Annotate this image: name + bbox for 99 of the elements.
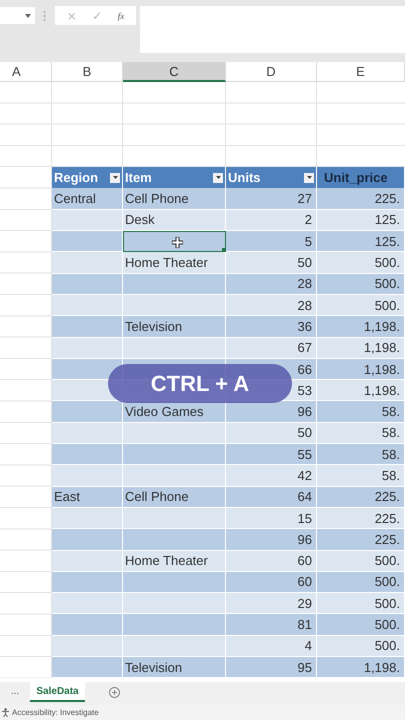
table-cell: 36 xyxy=(226,316,317,338)
shortcut-toast: CTRL + A xyxy=(108,364,292,403)
table-cell xyxy=(52,294,123,316)
table-cell xyxy=(52,274,123,295)
table-cell: 96 xyxy=(226,401,317,423)
column-header[interactable]: A xyxy=(0,62,52,82)
table-cell xyxy=(52,422,123,444)
table-cell: 5 xyxy=(226,231,317,252)
table-cell xyxy=(52,338,123,359)
table-cell: Cell Phone xyxy=(123,486,226,508)
table-cell: Cell Phone xyxy=(123,188,226,210)
table-cell: Television xyxy=(123,316,226,338)
table-cell: 500. xyxy=(317,593,405,614)
table-cell: 225. xyxy=(317,486,405,508)
grip-icon xyxy=(43,10,46,22)
table-cell: 58. xyxy=(317,422,405,444)
filter-button[interactable] xyxy=(110,172,120,183)
status-text[interactable]: Accessibility: Investigate xyxy=(12,708,99,717)
table-cell: 225. xyxy=(317,529,405,551)
table-cell: Home Theater xyxy=(123,550,226,572)
table-cell xyxy=(52,529,123,551)
accessibility-icon xyxy=(1,708,10,717)
plus-cursor-icon xyxy=(172,237,183,248)
table-cell xyxy=(52,508,123,530)
filter-button[interactable] xyxy=(304,172,314,183)
table-cell: 28 xyxy=(226,274,317,295)
add-sheet-icon[interactable] xyxy=(109,687,120,698)
table-cell: Video Games xyxy=(123,401,226,423)
more-sheets-button[interactable]: ... xyxy=(0,682,30,697)
table-cell xyxy=(52,657,123,678)
table-cell: 15 xyxy=(226,508,317,530)
table-cell: 58. xyxy=(317,401,405,423)
table-cell: 1,198. xyxy=(317,358,405,380)
table-cell: 1,198. xyxy=(317,316,405,338)
table-cell: 60 xyxy=(226,572,317,594)
column-title: Region xyxy=(54,170,98,186)
table-cell: Television xyxy=(123,657,226,678)
insert-function-button[interactable]: fx xyxy=(118,10,124,20)
table-cell: 55 xyxy=(226,444,317,466)
table-cell: 500. xyxy=(317,614,405,636)
table-cell: 500. xyxy=(317,294,405,316)
table-cell xyxy=(52,465,123,487)
table-cell: 27 xyxy=(226,188,317,210)
caret-icon xyxy=(25,14,31,18)
table-cell: 125. xyxy=(317,210,405,232)
fill-handle[interactable] xyxy=(222,248,226,252)
sheet-tab[interactable]: SaleData xyxy=(30,682,85,702)
table-cell: 58. xyxy=(317,444,405,466)
table-cell: 225. xyxy=(317,508,405,530)
column-header[interactable]: B xyxy=(52,62,123,82)
table-cell: 67 xyxy=(226,338,317,359)
table-cell xyxy=(52,550,123,572)
caret-icon xyxy=(306,176,312,180)
column-header[interactable]: D xyxy=(226,62,317,82)
column-title: Item xyxy=(125,170,152,186)
table-cell: 81 xyxy=(226,614,317,636)
table-cell: 125. xyxy=(317,231,405,252)
table-cell: 64 xyxy=(226,486,317,508)
column-title: Units xyxy=(228,170,260,186)
caret-icon xyxy=(216,176,220,180)
table-cell xyxy=(52,444,123,466)
table-cell: 500. xyxy=(317,550,405,572)
table-cell: 500. xyxy=(317,636,405,658)
table-cell xyxy=(52,252,123,274)
table-cell: 1,198. xyxy=(317,338,405,359)
table-cell xyxy=(52,593,123,614)
table-cell: 29 xyxy=(226,593,317,614)
column-header[interactable]: C xyxy=(123,62,226,82)
table-cell: Home Theater xyxy=(123,252,226,274)
table-cell: 50 xyxy=(226,422,317,444)
table-cell: 4 xyxy=(226,636,317,658)
table-cell: 42 xyxy=(226,465,317,487)
table-cell: 500. xyxy=(317,274,405,295)
column-title: Unit_price xyxy=(323,170,388,186)
table-cell: 225. xyxy=(317,188,405,210)
table-cell xyxy=(52,401,123,423)
table-cell: 58. xyxy=(317,465,405,487)
filter-button[interactable] xyxy=(213,172,223,183)
column-header[interactable]: E xyxy=(317,62,405,82)
table-cell: 1,198. xyxy=(317,657,405,678)
table-cell: 28 xyxy=(226,294,317,316)
table-cell xyxy=(52,636,123,658)
table-cell xyxy=(52,210,123,232)
table-cell: Desk xyxy=(123,210,226,232)
table-cell: 60 xyxy=(226,550,317,572)
formula-input[interactable] xyxy=(140,6,405,53)
table-cell: 500. xyxy=(317,572,405,594)
caret-icon xyxy=(112,176,118,180)
table-cell: East xyxy=(52,486,123,508)
table-cell: 500. xyxy=(317,252,405,274)
table-cell: 2 xyxy=(226,210,317,232)
table-cell xyxy=(52,614,123,636)
table-cell xyxy=(52,316,123,338)
table-cell: Central xyxy=(52,188,123,210)
table-cell: 1,198. xyxy=(317,380,405,402)
table-cell xyxy=(52,572,123,594)
table-cell: 50 xyxy=(226,252,317,274)
table-cell: 95 xyxy=(226,657,317,678)
table-cell: 96 xyxy=(226,529,317,551)
